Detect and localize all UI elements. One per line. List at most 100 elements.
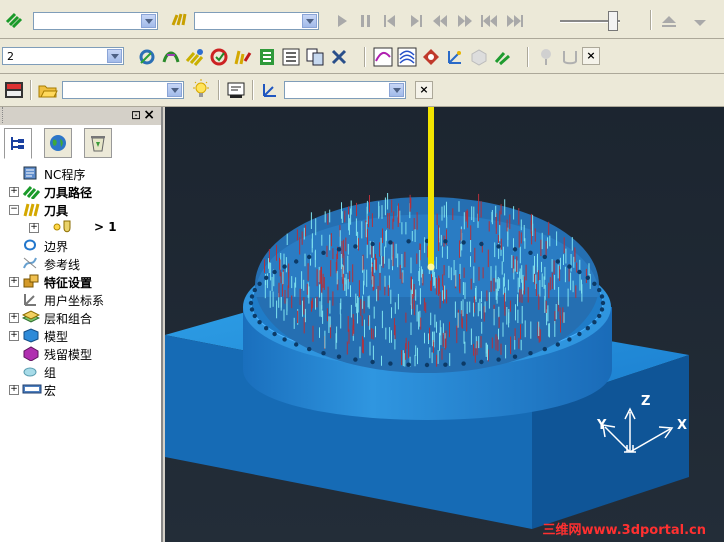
rapid-move-icon[interactable] (185, 47, 205, 67)
hole-marker (555, 259, 560, 264)
hole-marker (307, 254, 312, 260)
hole-marker (294, 259, 299, 264)
chevron-down-icon[interactable] (389, 83, 404, 97)
speed-slider[interactable] (560, 11, 620, 31)
settings-icon[interactable] (690, 11, 710, 31)
rewind-icon[interactable] (430, 11, 450, 31)
toolbar-separator (650, 10, 652, 30)
tree-expander[interactable]: + (9, 187, 19, 197)
workplane-icon[interactable] (445, 47, 465, 67)
tree-node-label: 宏 (44, 384, 57, 398)
copy-icon[interactable] (305, 47, 325, 67)
close-icon[interactable]: × (143, 107, 155, 123)
nc-program-icon[interactable] (226, 80, 246, 100)
axis-z-label: Z (641, 394, 651, 409)
pin-icon[interactable]: ⊡ (131, 108, 141, 122)
open-folder-icon[interactable] (38, 80, 58, 100)
panel-grip[interactable] (2, 107, 6, 123)
macro-icon (22, 381, 42, 397)
tree-expander[interactable]: + (9, 331, 19, 341)
hole-marker (336, 354, 342, 359)
step-back-icon[interactable] (380, 11, 400, 31)
hole-marker (257, 320, 262, 325)
graphics-viewport[interactable]: Z Y X 三维网www.3dportal.cn (165, 107, 724, 542)
tab-web[interactable] (44, 128, 72, 158)
step-forward-icon[interactable] (406, 11, 426, 31)
layer-combo[interactable]: 2 (2, 47, 124, 65)
chevron-down-icon[interactable] (141, 14, 156, 28)
tree-node-label: 层和组合 (44, 312, 93, 326)
close-icon[interactable]: × (415, 81, 433, 99)
scene-canvas[interactable] (165, 107, 724, 542)
hole-marker (321, 351, 326, 356)
tree-expander[interactable]: + (9, 277, 19, 287)
fast-forward-icon[interactable] (455, 11, 475, 31)
hole-marker (388, 361, 393, 366)
pattern-icon (22, 255, 40, 271)
reorder-icon[interactable] (257, 47, 277, 67)
toolbar-toolpath: 2 × (0, 39, 724, 74)
delete-icon[interactable] (329, 47, 349, 67)
hole-marker (353, 357, 358, 362)
tool-combo[interactable] (194, 12, 319, 30)
user-coordinate-icon[interactable] (260, 80, 280, 100)
feature-set-icon[interactable] (421, 47, 441, 67)
edit-toolpath-icon[interactable] (233, 47, 253, 67)
hole-marker (597, 313, 602, 319)
tree-expander[interactable]: − (9, 205, 19, 215)
tree-node-label: 残留模型 (44, 348, 93, 362)
recycle-bin-icon (91, 136, 105, 152)
hole-marker (282, 337, 287, 342)
chevron-down-icon[interactable] (107, 49, 122, 63)
nc-program-icon (22, 165, 40, 181)
light-bulb-icon[interactable] (190, 79, 210, 99)
hole-marker (443, 362, 448, 367)
tree-expander[interactable]: + (9, 313, 19, 323)
tool-icon[interactable] (170, 9, 190, 29)
tree-expander[interactable]: + (9, 385, 19, 395)
machine-icon[interactable] (4, 80, 24, 100)
hole-marker (336, 247, 342, 252)
toolpath-combo[interactable] (33, 12, 158, 30)
boundary-edit-icon[interactable] (373, 47, 393, 67)
tab-recycle[interactable] (84, 128, 112, 158)
toolbar-separator (30, 80, 32, 100)
axis-y-label: Y (597, 418, 607, 433)
toolpath-icon[interactable] (4, 9, 24, 29)
play-icon[interactable] (332, 11, 352, 31)
surface-toolpath-icon[interactable] (493, 47, 513, 67)
close-icon[interactable]: × (582, 47, 600, 65)
leads-icon[interactable] (161, 47, 181, 67)
tree-expander[interactable]: + (29, 223, 39, 233)
slider-thumb[interactable] (608, 11, 618, 31)
tool-icon (22, 201, 40, 217)
workplane-combo[interactable] (284, 81, 406, 99)
hole-marker (555, 342, 560, 347)
model-combo[interactable] (62, 81, 184, 99)
chevron-down-icon[interactable] (302, 14, 317, 28)
tree-icon (11, 136, 24, 150)
hole-marker (249, 294, 255, 299)
hole-marker (264, 275, 269, 280)
toolpath-options-icon[interactable] (137, 47, 157, 67)
hole-marker (307, 346, 312, 352)
go-start-icon[interactable] (479, 11, 499, 31)
tab-explorer[interactable] (4, 128, 32, 159)
hole-marker (600, 300, 606, 306)
list-icon[interactable] (281, 47, 301, 67)
eject-icon[interactable] (659, 11, 679, 31)
verify-icon[interactable] (209, 47, 229, 67)
holder-icon[interactable] (560, 47, 580, 67)
pattern-icon[interactable] (397, 47, 417, 67)
chevron-down-icon[interactable] (167, 83, 182, 97)
pause-icon[interactable] (356, 11, 376, 31)
hole-marker (252, 313, 257, 319)
hole-marker (353, 244, 358, 249)
go-end-icon[interactable] (505, 11, 525, 31)
hole-marker (585, 275, 590, 280)
toolpath-icon (22, 183, 41, 200)
stock-model-icon[interactable] (469, 47, 489, 67)
probe-icon[interactable] (536, 47, 556, 67)
hole-marker (321, 250, 326, 255)
hole-marker (567, 337, 572, 342)
